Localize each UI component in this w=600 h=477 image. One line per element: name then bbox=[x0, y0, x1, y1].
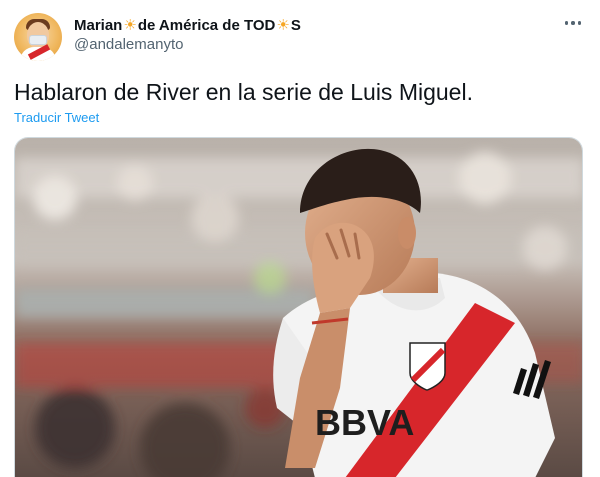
author-name-part2[interactable]: de América de TOD bbox=[138, 17, 276, 34]
sun-emoji-icon: ☀ bbox=[123, 17, 137, 34]
author-name-part1[interactable]: Marian bbox=[74, 17, 122, 34]
author-handle[interactable]: @andalemanyto bbox=[74, 36, 183, 53]
translate-tweet-link[interactable]: Traducir Tweet bbox=[14, 110, 99, 125]
avatar[interactable] bbox=[14, 13, 62, 61]
tweet-card: Marian ☀ de América de TOD ☀ S @andalema… bbox=[0, 0, 600, 477]
more-options-icon[interactable] bbox=[562, 16, 584, 30]
tweet-text: Hablaron de River en la serie de Luis Mi… bbox=[14, 79, 473, 105]
sponsor-logo: BBVA bbox=[315, 402, 414, 443]
author-name-part3[interactable]: S bbox=[291, 17, 301, 34]
sun-emoji-icon: ☀ bbox=[276, 17, 290, 34]
author-name[interactable]: Marian ☀ de América de TOD ☀ S bbox=[74, 15, 301, 35]
tweet-media-photo[interactable]: BBVA bbox=[14, 137, 583, 477]
river-plate-crest-icon bbox=[409, 342, 446, 391]
